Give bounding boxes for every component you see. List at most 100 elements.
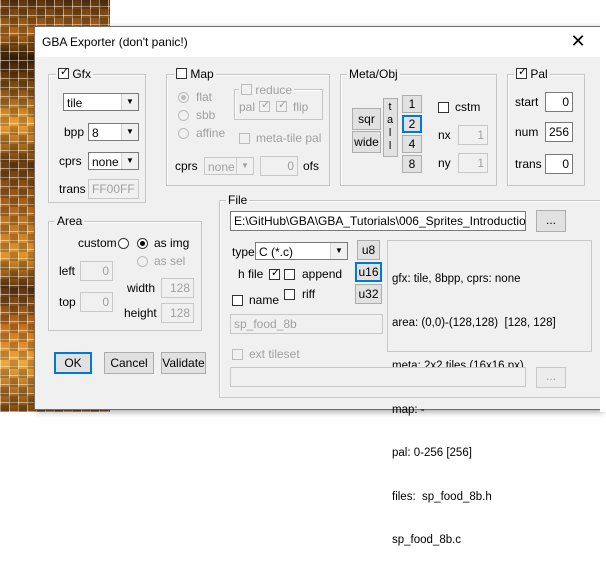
gfx-cprs-label: cprs	[59, 154, 82, 168]
gfx-legend: ✓ Gfx	[56, 66, 94, 81]
ny-label: ny	[438, 156, 451, 170]
area-width-label: width	[127, 281, 156, 295]
name-checkbox[interactable]	[232, 295, 243, 306]
u8-button[interactable]: u8	[357, 240, 380, 260]
bpp-select[interactable]: 8 ▼	[88, 123, 139, 141]
ext-tileset-browse-button[interactable]: ...	[536, 367, 566, 388]
map-cprs-select[interactable]: none ▼	[204, 157, 254, 175]
area-as-sel-radio[interactable]	[137, 256, 148, 267]
size-8-button[interactable]: 8	[402, 155, 422, 173]
gfx-cprs-select[interactable]: none ▼	[88, 152, 139, 170]
sqr-button[interactable]: sqr	[352, 108, 381, 130]
summary-line: gfx: tile, 8bpp, cprs: none	[392, 273, 521, 285]
map-cprs-label: cprs	[175, 159, 198, 173]
ext-tileset-field[interactable]	[230, 367, 526, 387]
reduce-pal-label: pal	[239, 100, 256, 114]
u16-button[interactable]: u16	[355, 262, 382, 282]
area-custom-label: custom	[78, 236, 117, 250]
name-label: name	[249, 293, 280, 307]
gba-exporter-dialog: GBA Exporter (don't panic!) ✕ ✓ Gfx tile…	[34, 26, 602, 546]
map-checkbox[interactable]	[176, 68, 187, 79]
size-4-button[interactable]: 4	[402, 135, 422, 153]
pal-trans-field[interactable]: 0	[545, 154, 573, 174]
file-type-select[interactable]: C (*.c) ▼	[255, 242, 348, 260]
chevron-down-icon: ▼	[236, 158, 253, 174]
reduce-legend: reduce	[239, 83, 295, 97]
pal-checkbox[interactable]: ✓	[516, 66, 528, 79]
map-ofs-field[interactable]: 0	[260, 156, 298, 176]
file-path-field[interactable]: E:\GitHub\GBA\GBA_Tutorials\006_Sprites_…	[230, 211, 526, 231]
check-icon: ✓	[278, 99, 288, 111]
tall-button[interactable]: t a l l	[383, 98, 398, 157]
reduce-pal-checkbox[interactable]: ✓	[259, 99, 271, 112]
bpp-value: 8	[92, 126, 99, 140]
title-bar: GBA Exporter (don't panic!) ✕	[35, 27, 601, 57]
pal-start-field[interactable]: 0	[545, 92, 573, 112]
gfx-format-select[interactable]: tile ▼	[63, 93, 139, 111]
validate-button[interactable]: Validate	[161, 352, 206, 374]
size-1-button[interactable]: 1	[402, 95, 422, 113]
map-cprs-value: none	[208, 160, 235, 174]
chevron-down-icon: ▼	[121, 94, 138, 110]
area-left-label: left	[59, 264, 76, 278]
metatile-pal-checkbox[interactable]	[239, 133, 250, 144]
map-sbb-label: sbb	[196, 108, 216, 122]
file-type-value: C (*.c)	[259, 245, 293, 259]
wide-button[interactable]: wide	[352, 131, 381, 153]
ok-button[interactable]: OK	[54, 352, 92, 374]
u32-button[interactable]: u32	[355, 284, 382, 304]
reduce-tile-checkbox[interactable]: ✓	[276, 99, 288, 112]
name-field[interactable]: sp_food_8b	[230, 314, 383, 334]
area-as-img-radio[interactable]	[137, 238, 148, 249]
summary-line: sp_food_8b.c	[392, 534, 462, 546]
check-icon: ✓	[518, 66, 528, 78]
pal-label: Pal	[530, 67, 548, 81]
area-height-field[interactable]: 128	[161, 303, 194, 323]
reduce-checkbox[interactable]	[241, 84, 252, 95]
check-icon: ✓	[271, 267, 281, 279]
riff-checkbox[interactable]	[284, 289, 295, 300]
pal-trans-label: trans	[515, 157, 542, 171]
area-top-field[interactable]: 0	[80, 292, 113, 312]
pal-num-field[interactable]: 256	[545, 122, 573, 142]
gfx-trans-label: trans	[59, 182, 86, 196]
window-edge	[600, 0, 606, 412]
ny-field[interactable]: 1	[458, 153, 488, 173]
area-top-label: top	[59, 295, 76, 309]
area-width-field[interactable]: 128	[161, 278, 194, 298]
file-browse-button[interactable]: ...	[536, 210, 566, 232]
file-group: File E:\GitHub\GBA\GBA_Tutorials\006_Spr…	[219, 193, 601, 546]
gfx-label: Gfx	[72, 67, 92, 81]
check-icon: ✓	[261, 99, 271, 111]
size-2-button[interactable]: 2	[402, 115, 422, 133]
map-sbb-radio[interactable]	[178, 110, 189, 121]
export-summary: gfx: tile, 8bpp, cprs: none area: (0,0)-…	[387, 240, 592, 546]
chevron-down-icon: ▼	[121, 153, 138, 169]
area-as-img-label: as img	[154, 236, 190, 250]
reduce-label: reduce	[255, 83, 293, 97]
area-custom-radio[interactable]	[118, 238, 129, 249]
pal-start-label: start	[515, 95, 539, 109]
ext-tileset-checkbox[interactable]	[232, 349, 243, 360]
hfile-checkbox[interactable]: ✓	[269, 267, 281, 280]
gfx-checkbox[interactable]: ✓	[58, 66, 69, 79]
gfx-trans-field[interactable]: FF00FF	[88, 179, 139, 199]
nx-field[interactable]: 1	[458, 125, 488, 145]
area-left-field[interactable]: 0	[80, 261, 113, 281]
map-flat-radio[interactable]	[178, 92, 189, 103]
cancel-button[interactable]: Cancel	[104, 352, 154, 374]
map-group: Map flat sbb affine reduce pal ✓ ✓ flip …	[166, 67, 330, 186]
riff-label: riff	[302, 287, 316, 301]
map-affine-radio[interactable]	[178, 128, 189, 139]
metaobj-group: Meta/Obj sqr wide t a l l 1 2 4 8 cstm n…	[340, 67, 497, 186]
area-legend: Area	[55, 214, 85, 228]
nx-label: nx	[438, 128, 451, 142]
metaobj-legend: Meta/Obj	[347, 67, 400, 81]
chevron-down-icon: ▼	[330, 243, 347, 259]
summary-line: pal: 0-256 [256]	[392, 447, 472, 459]
append-checkbox[interactable]	[284, 269, 295, 280]
pal-num-label: num	[515, 125, 539, 139]
close-icon[interactable]: ✕	[565, 30, 591, 52]
cstm-checkbox[interactable]	[438, 102, 449, 113]
reduce-subgroup: reduce pal ✓ ✓ flip	[234, 83, 323, 120]
